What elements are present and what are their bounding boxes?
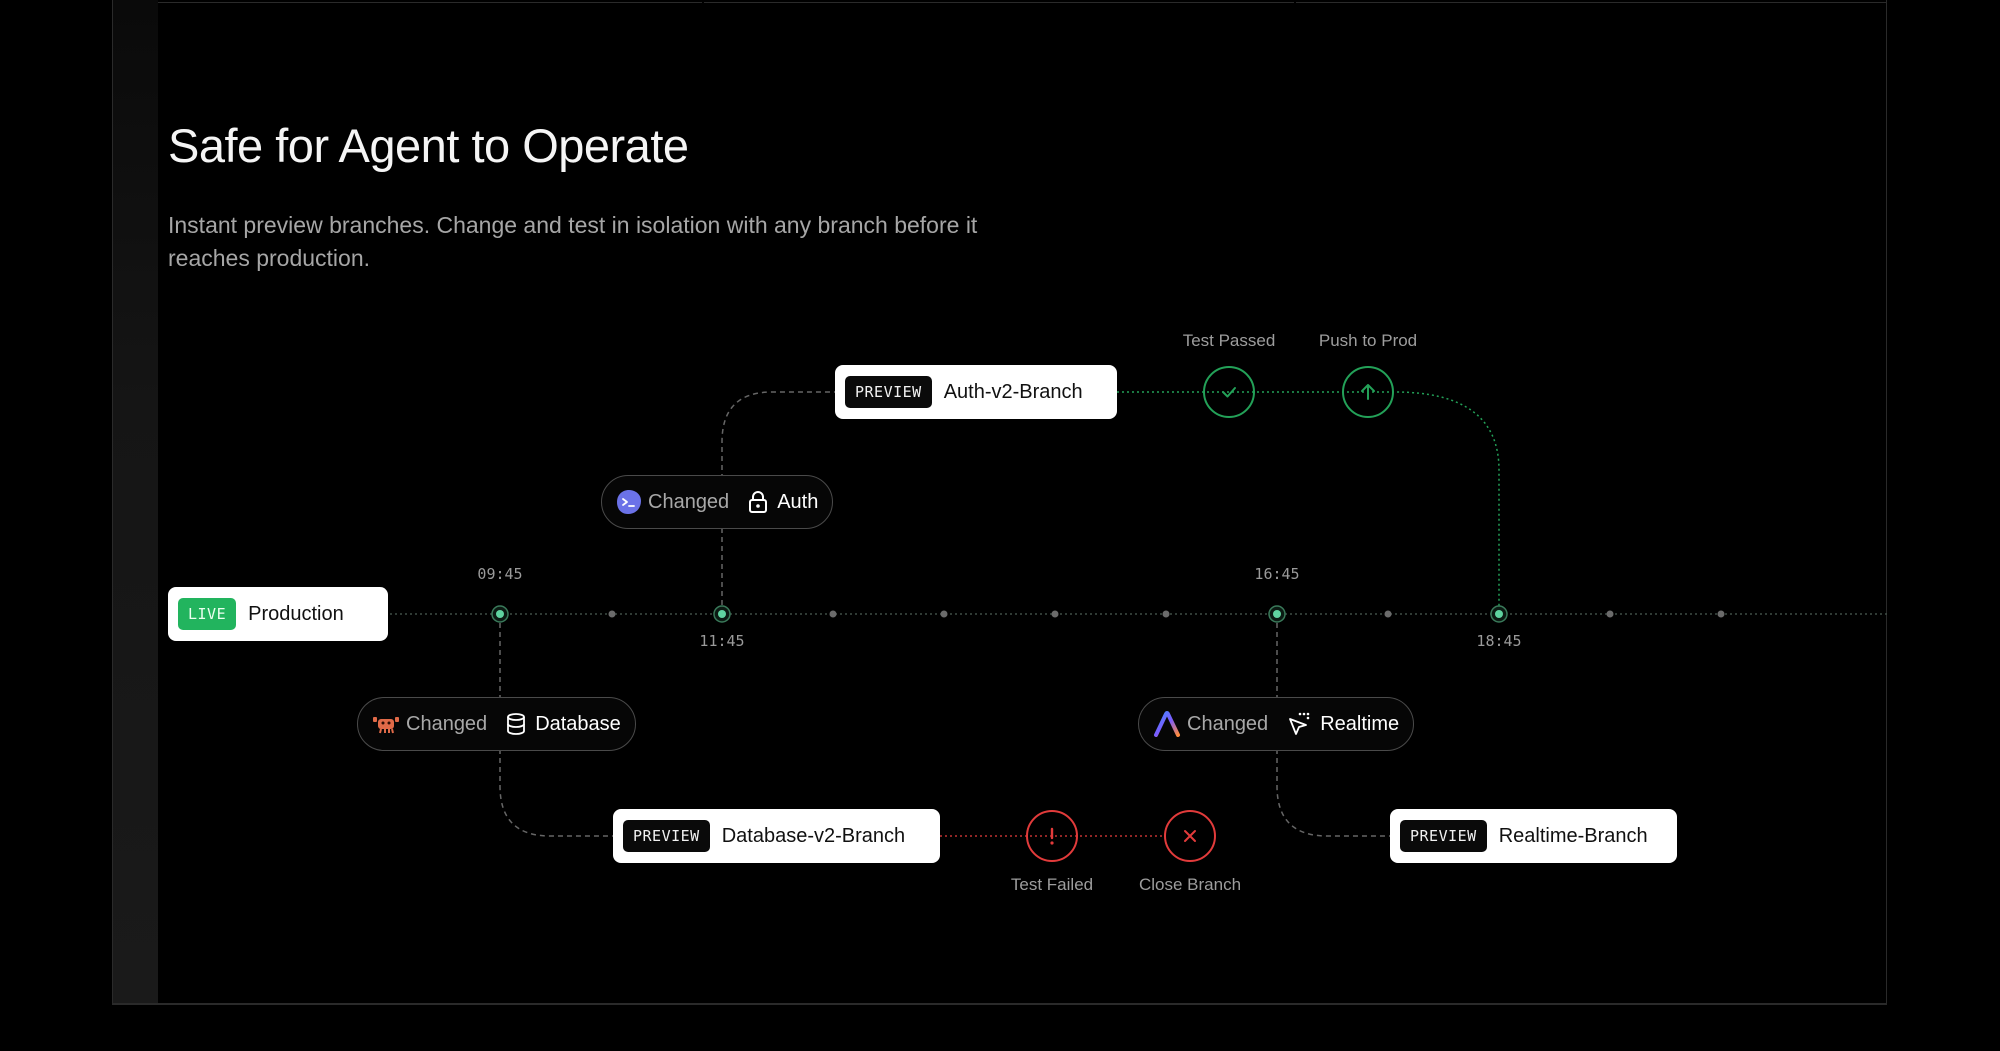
realtime-change-pill[interactable]: Changed Realtime [1138,697,1415,751]
timestamp-0945: 09:45 [477,565,523,583]
timestamp-1645: 16:45 [1254,565,1300,583]
timeline-nodes [491,605,1508,623]
realtime-branch-card[interactable]: PREVIEW Realtime-Branch [1390,809,1677,863]
auth-success-path [1117,391,1500,614]
database-branch-card[interactable]: PREVIEW Database-v2-Branch [613,809,940,863]
realtime-change-target: Realtime [1320,712,1400,735]
production-card[interactable]: LIVE Production [168,587,388,641]
auth-branch-card[interactable]: PREVIEW Auth-v2-Branch [835,365,1117,419]
preview-badge: PREVIEW [845,376,932,408]
database-change-target: Database [535,712,621,735]
rainbow-a-icon [1153,711,1181,737]
push-to-prod-button[interactable] [1342,366,1394,418]
test-passed-button[interactable] [1203,366,1255,418]
terminal-blob-icon [616,489,642,515]
check-icon [1222,387,1236,398]
timestamp-1145: 11:45 [699,632,745,650]
exclamation-icon [1050,827,1054,845]
preview-badge: PREVIEW [623,820,710,852]
push-to-prod-label: Push to Prod [1318,331,1418,350]
timestamp-1845: 18:45 [1476,632,1522,650]
auth-change-target: Auth [777,490,819,513]
branch-diagram [390,391,1887,837]
realtime-branch-label: Realtime-Branch [1498,824,1648,847]
crab-icon [372,713,400,735]
preview-badge: PREVIEW [1400,820,1487,852]
test-failed-button[interactable] [1026,810,1078,862]
database-change-verb: Changed [406,712,488,735]
auth-change-verb: Changed [648,490,730,513]
database-change-pill[interactable]: Changed Database [357,697,636,751]
arrow-up-icon [1361,384,1375,400]
auth-branch-label: Auth-v2-Branch [943,380,1083,403]
live-badge: LIVE [178,598,237,630]
cursor-sparkle-icon [1286,711,1312,737]
auth-change-pill[interactable]: Changed Auth [601,475,834,529]
close-branch-button[interactable] [1164,810,1216,862]
production-label: Production [248,602,344,625]
lock-icon [747,490,769,514]
database-icon [505,712,527,736]
close-branch-label: Close Branch [1138,875,1242,894]
test-failed-label: Test Failed [1010,875,1094,894]
database-branch-label: Database-v2-Branch [721,824,906,847]
realtime-change-verb: Changed [1187,712,1269,735]
test-passed-label: Test Passed [1182,331,1276,350]
close-icon [1184,830,1196,842]
